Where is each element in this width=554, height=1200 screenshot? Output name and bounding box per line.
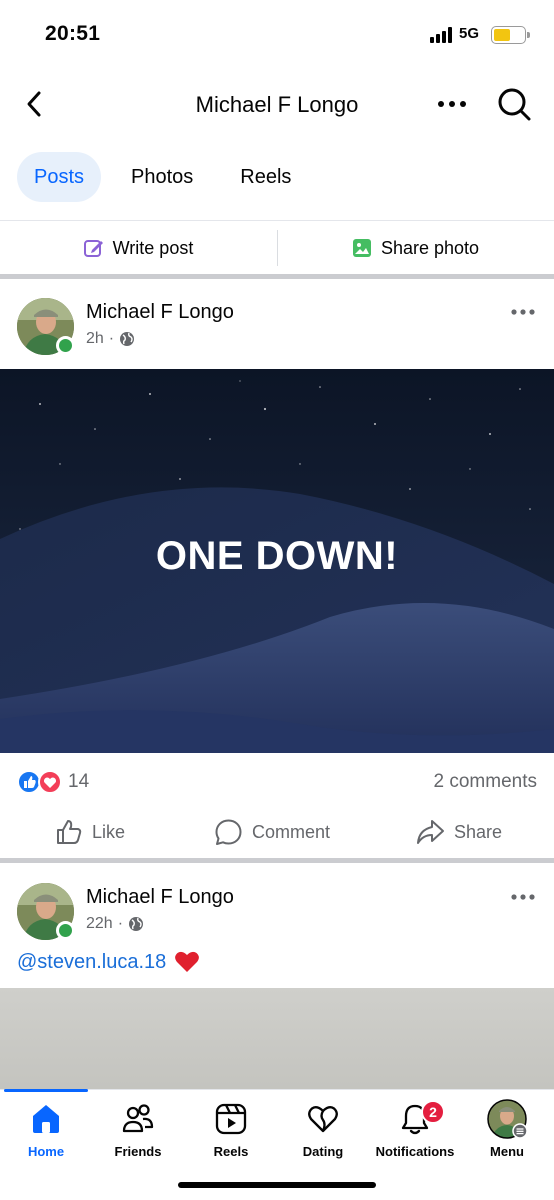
nav-reels-label: Reels [213,1144,249,1159]
more-options-icon[interactable] [436,94,468,114]
reels-icon [215,1103,247,1135]
comment-label: Comment [252,821,331,842]
composer-separator [277,230,278,266]
status-time: 20:51 [45,22,101,45]
post-time: 22h [86,915,113,932]
post-actions: Like Comment Share [0,810,554,854]
share-label: Share [454,821,503,842]
signal-icon [430,27,454,43]
globe-icon [129,917,144,931]
home-icon [33,1105,59,1133]
section-divider [0,274,554,279]
post-header: Michael F Longo 2h · [0,298,554,368]
nav-notifications[interactable]: 2 Notifications [365,1100,465,1166]
online-status-indicator [56,921,75,940]
mention-link[interactable]: @steven.luca.18 [17,951,166,974]
comments-count[interactable]: 2 comments [434,771,537,793]
photo-icon [352,239,371,257]
comment-icon [215,819,242,845]
post-meta: 22h · [86,915,144,933]
globe-icon [120,332,135,346]
composer-bar: Write post Share photo [0,222,554,274]
edit-icon [83,240,103,257]
active-tab-indicator [4,1089,88,1092]
nav-friends[interactable]: Friends [88,1102,188,1166]
home-indicator [178,1182,376,1188]
like-label: Like [92,821,126,842]
reaction-count: 14 [68,771,90,792]
tab-posts[interactable]: Posts [17,152,102,202]
search-icon[interactable] [496,86,532,122]
write-post-label: Write post [112,237,194,258]
post-more-icon[interactable] [510,893,536,901]
nav-friends-label: Friends [114,1144,162,1159]
friends-icon [122,1104,154,1133]
nav-home-label: Home [27,1144,65,1159]
like-button[interactable]: Like [55,810,125,854]
post-author[interactable]: Michael F Longo [86,301,234,324]
tab-photos[interactable]: Photos [114,152,210,202]
comment-button[interactable]: Comment [214,810,330,854]
share-icon [417,820,444,844]
profile-header: Michael F Longo [0,78,554,130]
like-icon [57,820,82,844]
section-divider [0,858,554,863]
status-bar: 20:51 5G [0,0,554,70]
divider [0,220,554,221]
red-heart-icon [175,951,200,972]
nav-dating[interactable]: Dating [273,1102,373,1166]
nav-home[interactable]: Home [0,1102,96,1166]
post-more-icon[interactable] [510,308,536,316]
post-author[interactable]: Michael F Longo [86,886,234,909]
post-image[interactable] [0,988,554,1089]
notification-badge: 2 [421,1100,445,1124]
post-header: Michael F Longo 22h · [0,883,554,953]
nav-menu-label: Menu [490,1144,524,1159]
nav-dating-label: Dating [302,1144,344,1159]
profile-tabs: Posts Photos Reels [17,152,321,202]
tab-reels[interactable]: Reels [223,152,308,202]
network-label: 5G [459,25,480,42]
nav-reels[interactable]: Reels [181,1102,281,1166]
online-status-indicator [56,336,75,355]
post-time: 2h [86,330,104,347]
battery-icon [491,26,530,44]
write-post-button[interactable]: Write post [0,222,277,274]
nav-menu[interactable]: Menu [457,1099,554,1166]
post-image-text: ONE DOWN! [155,534,399,578]
share-button[interactable]: Share [415,810,502,854]
avatar [487,1099,527,1139]
share-photo-label: Share photo [380,237,480,258]
like-love-reactions-icon [17,770,62,794]
nav-notifications-label: Notifications [375,1144,455,1159]
page-title: Michael F Longo [195,92,359,117]
share-photo-button[interactable]: Share photo [277,222,554,274]
post-meta: 2h · [86,330,135,348]
dating-icon [308,1106,338,1133]
reactions-summary[interactable]: 14 2 comments [17,768,537,796]
post-caption: @steven.luca.18 [17,950,200,974]
post-image[interactable]: ONE DOWN! [0,369,554,753]
